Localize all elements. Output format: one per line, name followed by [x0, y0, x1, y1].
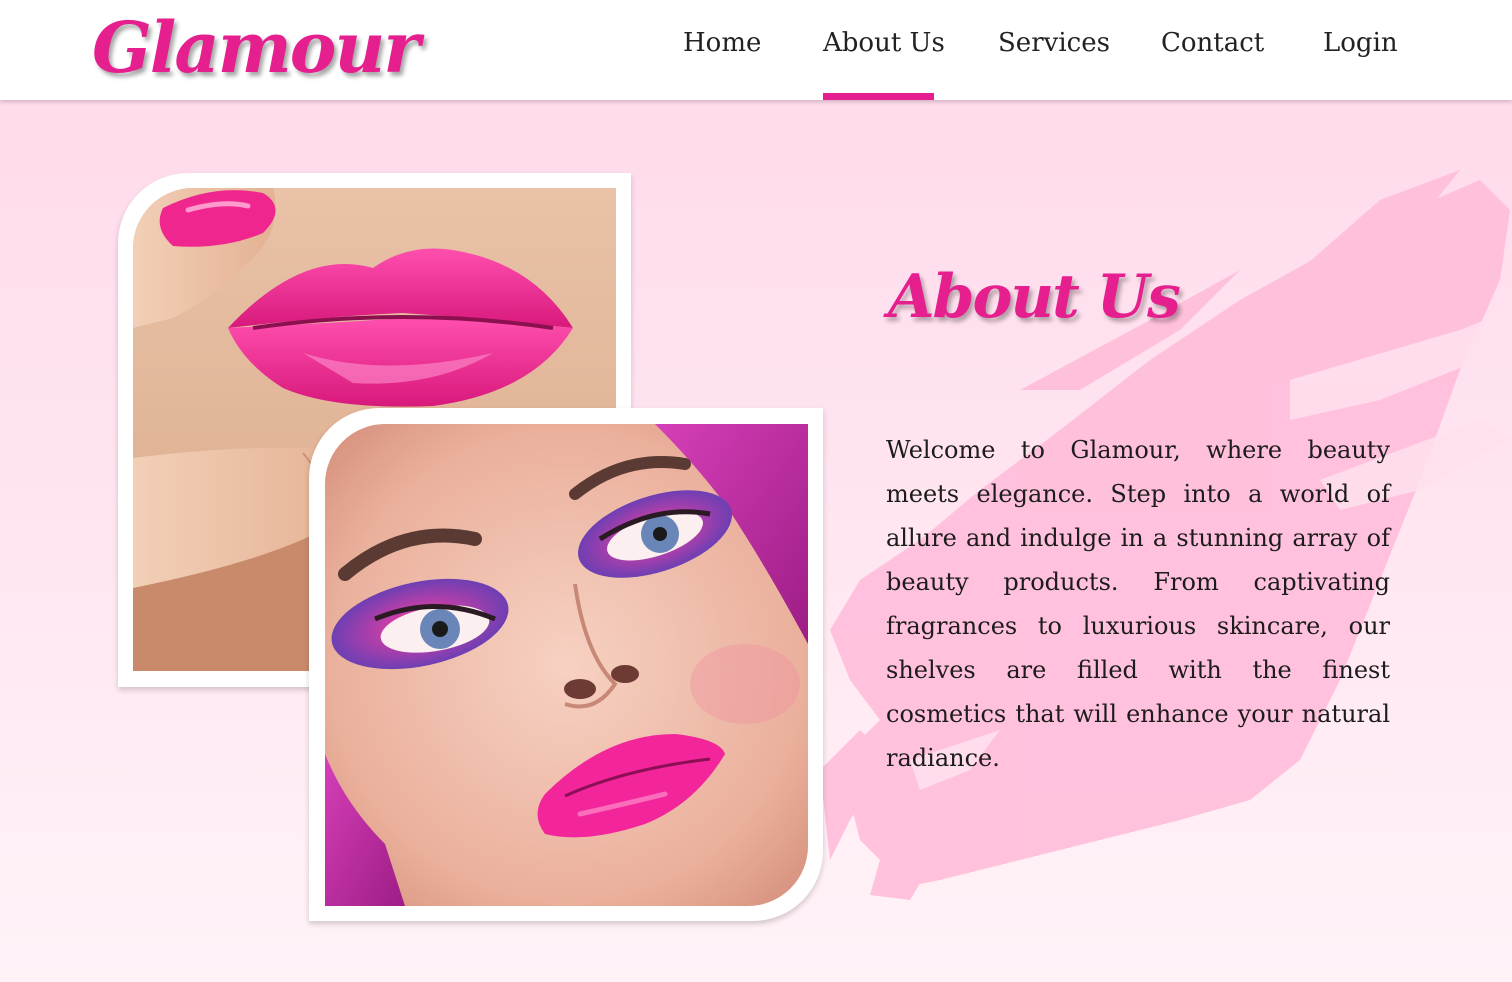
face-photo [325, 424, 808, 906]
face-photo-frame [309, 408, 823, 921]
nav-item-contact[interactable]: Contact [1161, 28, 1264, 58]
site-logo[interactable]: Glamour [92, 6, 420, 89]
site-header: Glamour Home About Us Services Contact L… [0, 0, 1512, 100]
nav-item-home[interactable]: Home [683, 28, 761, 58]
nav-item-about-us[interactable]: About Us [823, 28, 945, 58]
about-title: About Us [888, 262, 1181, 332]
nav-item-services[interactable]: Services [998, 28, 1110, 58]
active-nav-indicator [823, 93, 934, 100]
nav-item-login[interactable]: Login [1323, 28, 1398, 58]
about-description: Welcome to Glamour, where beauty meets e… [886, 436, 1390, 772]
